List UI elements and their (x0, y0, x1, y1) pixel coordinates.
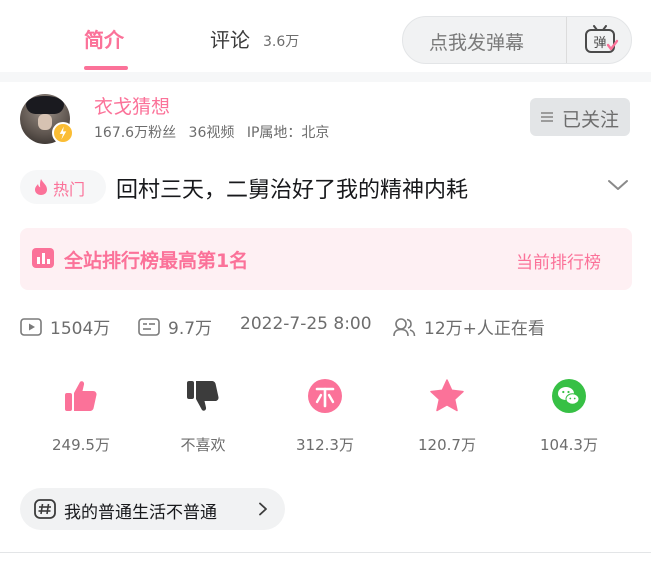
follow-label: 已关注 (562, 109, 620, 131)
play-count: 1504万 (50, 319, 111, 339)
publish-time: 2022-7-25 8:00 (240, 314, 372, 334)
hot-label: 热门 (53, 180, 86, 199)
dislike-button[interactable]: 不喜欢 (148, 378, 258, 458)
author-name[interactable]: 衣戈猜想 (94, 92, 170, 119)
watching-count: 12万+人正在看 (424, 319, 545, 339)
dislike-label: 不喜欢 (180, 436, 226, 454)
video-title: 回村三天，二舅治好了我的精神内耗 (116, 178, 469, 203)
author-meta: 167.6万粉丝 36视频 IP属地：北京 (94, 122, 337, 142)
next-section-edge (0, 553, 651, 569)
topic-tag-label: 我的普通生活不普通 (64, 503, 217, 523)
video-stats: 1504万 9.7万 2022-7-25 8:00 12万+人正在看 (20, 314, 640, 339)
verified-badge-icon (52, 122, 74, 144)
coin-icon (308, 379, 342, 413)
coin-count: 312.3万 (296, 436, 354, 454)
danmaku-input[interactable]: 点我发弹幕 弹 (402, 16, 632, 64)
active-tab-indicator (84, 66, 128, 70)
current-ranking-link[interactable]: 当前排行榜 (516, 248, 601, 273)
like-count: 249.5万 (52, 436, 110, 454)
danmaku-list-icon (138, 317, 160, 336)
fans-count: 167.6万粉丝 (94, 125, 177, 141)
hashtag-icon (34, 499, 56, 519)
like-icon (65, 381, 97, 411)
favorite-count: 120.7万 (418, 436, 476, 454)
danmaku-toggle-icon[interactable]: 弹 (583, 25, 619, 55)
follow-button[interactable]: 已关注 (530, 98, 630, 136)
coin-button[interactable]: 312.3万 (270, 378, 380, 458)
ranking-text: 全站排行榜最高第1名 (64, 250, 249, 272)
ranking-chart-icon (32, 248, 54, 268)
flame-icon (35, 179, 47, 195)
ip-location: IP属地：北京 (246, 125, 330, 141)
comment-count: 3.6万 (263, 34, 300, 50)
wechat-share-button[interactable]: 104.3万 (514, 378, 624, 458)
tab-bar: 简介 评论 3.6万 点我发弹幕 弹 (0, 0, 651, 72)
menu-lines-icon (541, 112, 553, 122)
publish-time-stat: 2022-7-25 8:00 (240, 314, 372, 334)
danmaku-icon-glyph: 弹 (593, 36, 606, 51)
ranking-banner[interactable]: 全站排行榜最高第1名 当前排行榜 (20, 228, 632, 290)
favorite-button[interactable]: 120.7万 (392, 378, 502, 458)
danmaku-count: 9.7万 (168, 319, 213, 339)
favorite-icon (430, 379, 464, 412)
share-count: 104.3万 (540, 436, 598, 454)
watching-stat: 12万+人正在看 (392, 314, 545, 339)
play-count-stat: 1504万 (20, 314, 110, 339)
section-divider (0, 72, 651, 82)
chevron-right-icon (259, 502, 267, 516)
topic-tag[interactable]: 我的普通生活不普通 (20, 488, 285, 530)
wechat-share-icon (552, 379, 586, 413)
play-icon (20, 317, 42, 336)
hot-badge[interactable]: 热门 (20, 170, 106, 204)
video-count: 36视频 (188, 125, 235, 141)
tab-comments[interactable]: 评论 (210, 24, 250, 53)
tab-intro[interactable]: 简介 (84, 24, 124, 53)
danmaku-count-stat: 9.7万 (138, 314, 212, 339)
chevron-down-icon[interactable] (606, 176, 630, 194)
like-button[interactable]: 249.5万 (26, 378, 136, 458)
danmaku-divider (566, 17, 567, 63)
danmaku-placeholder: 点我发弹幕 (429, 32, 525, 54)
dislike-icon (187, 381, 219, 411)
viewers-icon (393, 317, 416, 336)
